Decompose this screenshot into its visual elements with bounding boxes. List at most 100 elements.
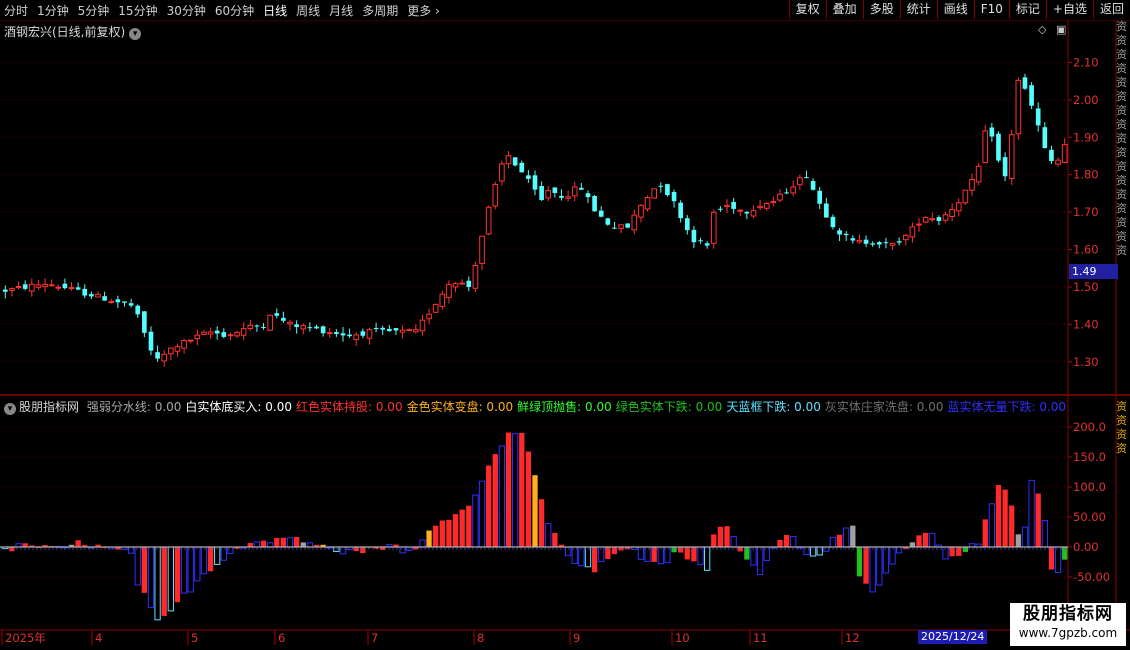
candle-body <box>75 287 81 290</box>
indicator-bar <box>511 433 519 548</box>
candle-body <box>804 177 809 179</box>
indicator-bar <box>134 546 141 586</box>
indicator-bar <box>564 546 572 557</box>
indicator-tick-label: 0.00 <box>1073 540 1099 554</box>
candle-body <box>750 210 757 217</box>
indicator-bar <box>399 546 406 554</box>
candle-body <box>982 130 989 164</box>
price-tick-label: 1.80 <box>1073 168 1099 182</box>
candle-body <box>174 346 181 352</box>
x-tick-label: 8 <box>477 631 484 645</box>
candle-body <box>1035 108 1041 126</box>
candle-body <box>95 293 101 298</box>
indicator-bar <box>777 539 783 547</box>
candle-body <box>1042 127 1048 149</box>
candle-body <box>936 217 942 221</box>
candle-body <box>1015 79 1022 135</box>
candle-body <box>532 175 538 190</box>
candle-body <box>817 190 823 204</box>
indicator-bar <box>611 547 618 555</box>
indicator-bar <box>1009 505 1015 547</box>
indicator-legend-1: 白实体底买入: 0.00 <box>185 400 292 414</box>
candle-body <box>989 127 995 137</box>
indicator-tick-label: 200.0 <box>1073 420 1106 434</box>
candle-body <box>89 294 94 297</box>
indicator-bar <box>730 536 737 548</box>
candle-body <box>909 226 916 238</box>
candle-body <box>671 192 677 202</box>
indicator-bar <box>260 540 267 547</box>
candle-body <box>115 299 121 303</box>
candle-body <box>387 328 392 332</box>
candle-body <box>843 233 849 236</box>
indicator-bar <box>809 546 817 557</box>
indicator-bar <box>678 547 684 553</box>
candle-body <box>439 293 446 307</box>
candle-body <box>353 334 360 341</box>
candle-body <box>267 314 273 331</box>
indicator-bar <box>896 546 903 554</box>
candle-body <box>128 303 134 306</box>
indicator-bar <box>433 525 439 547</box>
price-tick-label: 1.90 <box>1073 130 1099 144</box>
candle-body <box>452 283 459 288</box>
indicator-bar <box>1041 519 1048 548</box>
indicator-bar <box>1028 479 1035 548</box>
indicator-bar <box>783 534 790 547</box>
candle-body <box>784 192 789 194</box>
candle-body <box>598 210 604 217</box>
indicator-tick-label: -50.00 <box>1073 570 1110 584</box>
x-tick-label: 9 <box>573 631 580 645</box>
indicator-legend-6: 天蓝框下跌: 0.00 <box>726 400 821 414</box>
candle-body <box>459 282 465 285</box>
indicator-bar <box>486 465 492 547</box>
indicator-bar <box>214 546 221 565</box>
indicator-bar <box>161 547 167 616</box>
candle-body <box>757 205 763 209</box>
indicator-bar <box>863 547 869 584</box>
candle-body <box>942 214 949 221</box>
indicator-bar <box>1021 526 1029 548</box>
indicator-bar <box>472 494 479 548</box>
candle-body <box>393 328 399 331</box>
indicator-legend-7: 灰实体庄家洗盘: 0.00 <box>824 400 944 414</box>
candle-body <box>472 264 479 289</box>
candle-body <box>678 202 683 219</box>
indicator-bar <box>127 546 135 554</box>
candle-body <box>347 334 352 337</box>
indicator-bar <box>724 526 730 547</box>
indicator-bar <box>446 519 452 547</box>
indicator-bar <box>869 546 876 593</box>
indicator-bar <box>889 546 896 565</box>
candle-body <box>419 319 426 332</box>
settings-icon[interactable]: ▾ <box>4 403 16 415</box>
candle-body <box>446 284 452 298</box>
candle-body <box>744 211 750 214</box>
candle-body <box>896 241 902 243</box>
candle-body <box>1049 149 1054 162</box>
candle-body <box>413 329 419 333</box>
candle-body <box>1022 77 1028 89</box>
indicator-bar <box>929 532 936 548</box>
candle-body <box>399 329 406 333</box>
indicator-bar <box>478 480 486 548</box>
indicator-bar <box>697 546 704 566</box>
candle-body <box>314 326 319 329</box>
indicator-bar <box>174 547 181 603</box>
indicator-bar <box>267 542 274 548</box>
indicator-bar <box>227 546 234 554</box>
indicator-bar <box>187 546 194 593</box>
right-info-strip[interactable]: 资资资资资资资资资资资资资资资资资 <box>1116 20 1130 258</box>
price-tick-label: 1.40 <box>1073 317 1099 331</box>
candle-body <box>519 162 525 173</box>
candle-body <box>221 332 227 337</box>
price-tick-label: 1.30 <box>1073 355 1099 369</box>
candle-body <box>485 206 492 235</box>
candle-body <box>234 331 240 337</box>
candle-body <box>512 157 518 166</box>
indicator-bar <box>591 547 598 573</box>
indicator-bar <box>426 530 432 547</box>
indicator-bar <box>439 520 445 547</box>
candle-body <box>545 189 552 199</box>
x-tick-label: 11 <box>753 631 768 645</box>
